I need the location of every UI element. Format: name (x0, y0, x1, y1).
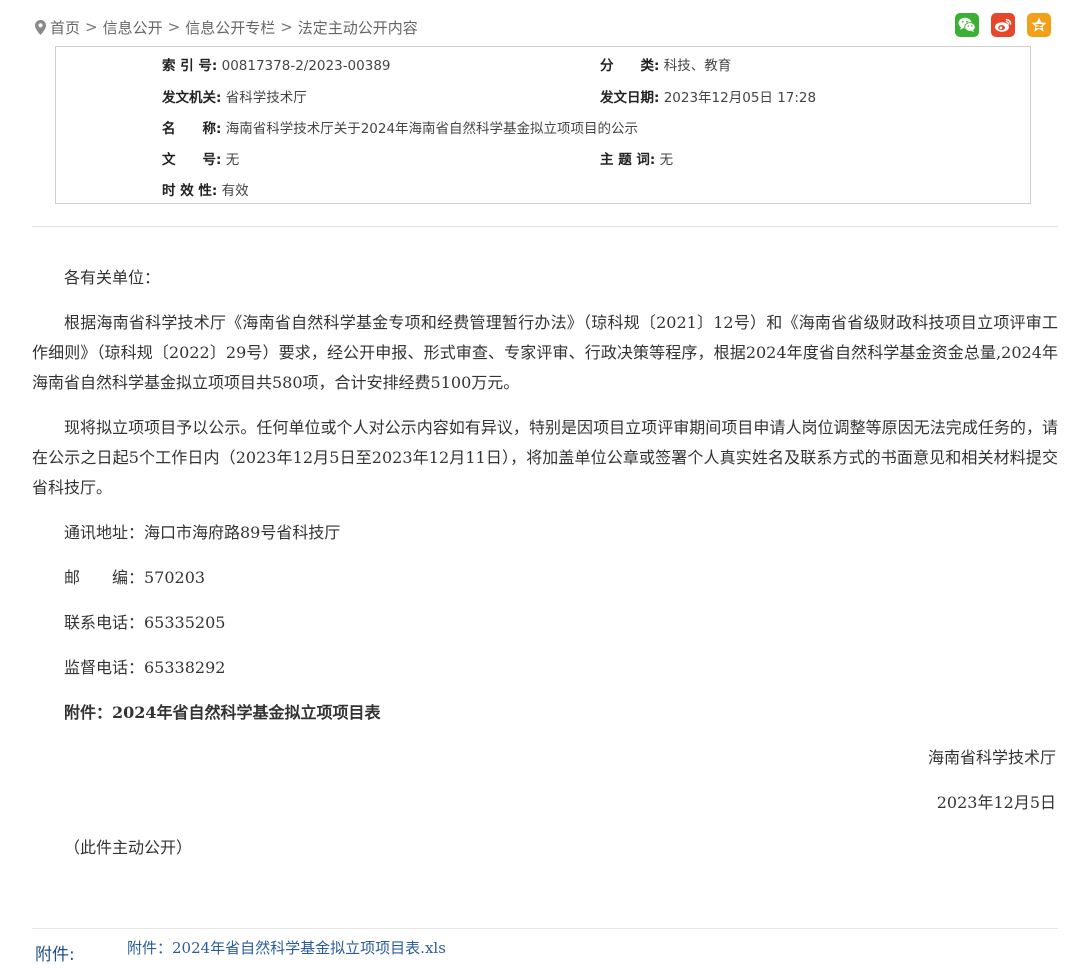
document-page: 首页 > 信息公开 > 信息公开专栏 > 法定主动公开内容 索 引 号: 008… (0, 0, 1091, 968)
meta-issuer: 发文机关: 省科学技术厅 (162, 87, 307, 109)
meta-issuer-value: 省科学技术厅 (225, 90, 307, 106)
signing-date: 2023年12月5日 (936, 793, 1056, 812)
contact-phone: 联系电话：65335205 (64, 613, 226, 632)
meta-docno-label: 文 号: (162, 152, 222, 168)
contact-zip: 邮 编：570203 (64, 568, 206, 587)
meta-row: 发文机关: 省科学技术厅 发文日期: 2023年12月05日 17:28 (56, 87, 1030, 109)
supervision-phone: 监督电话：65338292 (64, 658, 226, 677)
breadcrumb: 首页 > 信息公开 > 信息公开专栏 > 法定主动公开内容 (33, 16, 418, 38)
meta-index-value: 00817378-2/2023-00389 (221, 58, 391, 74)
location-pin-icon (33, 17, 47, 37)
qzone-star-icon (1031, 17, 1047, 32)
content-divider (32, 226, 1058, 227)
meta-issuer-label: 发文机关: (162, 90, 222, 106)
wechat-share-button[interactable] (955, 13, 979, 37)
breadcrumb-separator: > (85, 18, 98, 36)
public-disclosure-note: （此件主动公开） (64, 838, 193, 857)
contact-address: 通讯地址：海口市海府路89号省科技厅 (64, 523, 341, 542)
weibo-share-button[interactable] (991, 13, 1015, 37)
meta-docno-value: 无 (225, 152, 240, 168)
paragraph-publicity: 现将拟立项项目予以公示。任何单位或个人对公示内容如有异议，特别是因项目立项评审期… (32, 418, 1058, 497)
meta-name-value: 海南省科学技术厅关于2024年海南省自然科学基金拟立项项目的公示 (225, 121, 639, 137)
qzone-share-button[interactable] (1027, 13, 1051, 37)
meta-validity-value: 有效 (221, 183, 249, 199)
meta-subject-value: 无 (659, 152, 674, 168)
share-buttons (955, 13, 1051, 37)
meta-name-label: 名 称: (162, 121, 222, 137)
document-meta-box: 索 引 号: 00817378-2/2023-00389 分 类: 科技、教育 … (55, 46, 1031, 204)
salutation: 各有关单位： (64, 268, 161, 287)
breadcrumb-home-link[interactable]: 首页 (50, 17, 80, 38)
meta-index-label: 索 引 号: (162, 58, 218, 74)
meta-subject: 主 题 词: 无 (600, 149, 673, 171)
paragraph-basis: 根据海南省科学技术厅《海南省自然科学基金专项和经费管理暂行办法》（琼科规〔202… (32, 313, 1058, 392)
meta-date-label: 发文日期: (600, 90, 660, 106)
meta-index: 索 引 号: 00817378-2/2023-00389 (162, 55, 391, 77)
breadcrumb-current-link[interactable]: 法定主动公开内容 (298, 17, 418, 38)
attachment-divider (32, 928, 1058, 929)
attachment-label: 附件: (35, 945, 75, 965)
meta-subject-label: 主 题 词: (600, 152, 656, 168)
meta-row: 索 引 号: 00817378-2/2023-00389 分 类: 科技、教育 (56, 55, 1030, 77)
meta-date-value: 2023年12月05日 17:28 (663, 90, 817, 106)
breadcrumb-separator: > (167, 18, 181, 36)
weibo-icon (995, 18, 1012, 32)
attachment-note: 附件：2024年省自然科学基金拟立项项目表 (64, 703, 381, 722)
meta-validity-label: 时 效 性: (162, 183, 218, 199)
breadcrumb-info-column-link[interactable]: 信息公开专栏 (185, 17, 275, 38)
meta-category-value: 科技、教育 (663, 58, 732, 74)
meta-row: 时 效 性: 有效 (56, 180, 1030, 202)
meta-category: 分 类: 科技、教育 (600, 55, 731, 77)
meta-validity: 时 效 性: 有效 (162, 180, 249, 202)
breadcrumb-info-public-link[interactable]: 信息公开 (103, 17, 163, 38)
meta-row: 名 称: 海南省科学技术厅关于2024年海南省自然科学基金拟立项项目的公示 (56, 118, 1030, 140)
wechat-icon (958, 17, 976, 33)
meta-name: 名 称: 海南省科学技术厅关于2024年海南省自然科学基金拟立项项目的公示 (162, 118, 638, 140)
meta-docno: 文 号: 无 (162, 149, 239, 171)
attachment-download-link[interactable]: 附件：2024年省自然科学基金拟立项项目表.xls (127, 937, 446, 958)
signing-organization: 海南省科学技术厅 (927, 748, 1056, 767)
breadcrumb-separator: > (280, 18, 293, 36)
meta-date: 发文日期: 2023年12月05日 17:28 (600, 87, 816, 109)
meta-category-label: 分 类: (600, 58, 660, 74)
meta-row: 文 号: 无 主 题 词: 无 (56, 149, 1030, 171)
